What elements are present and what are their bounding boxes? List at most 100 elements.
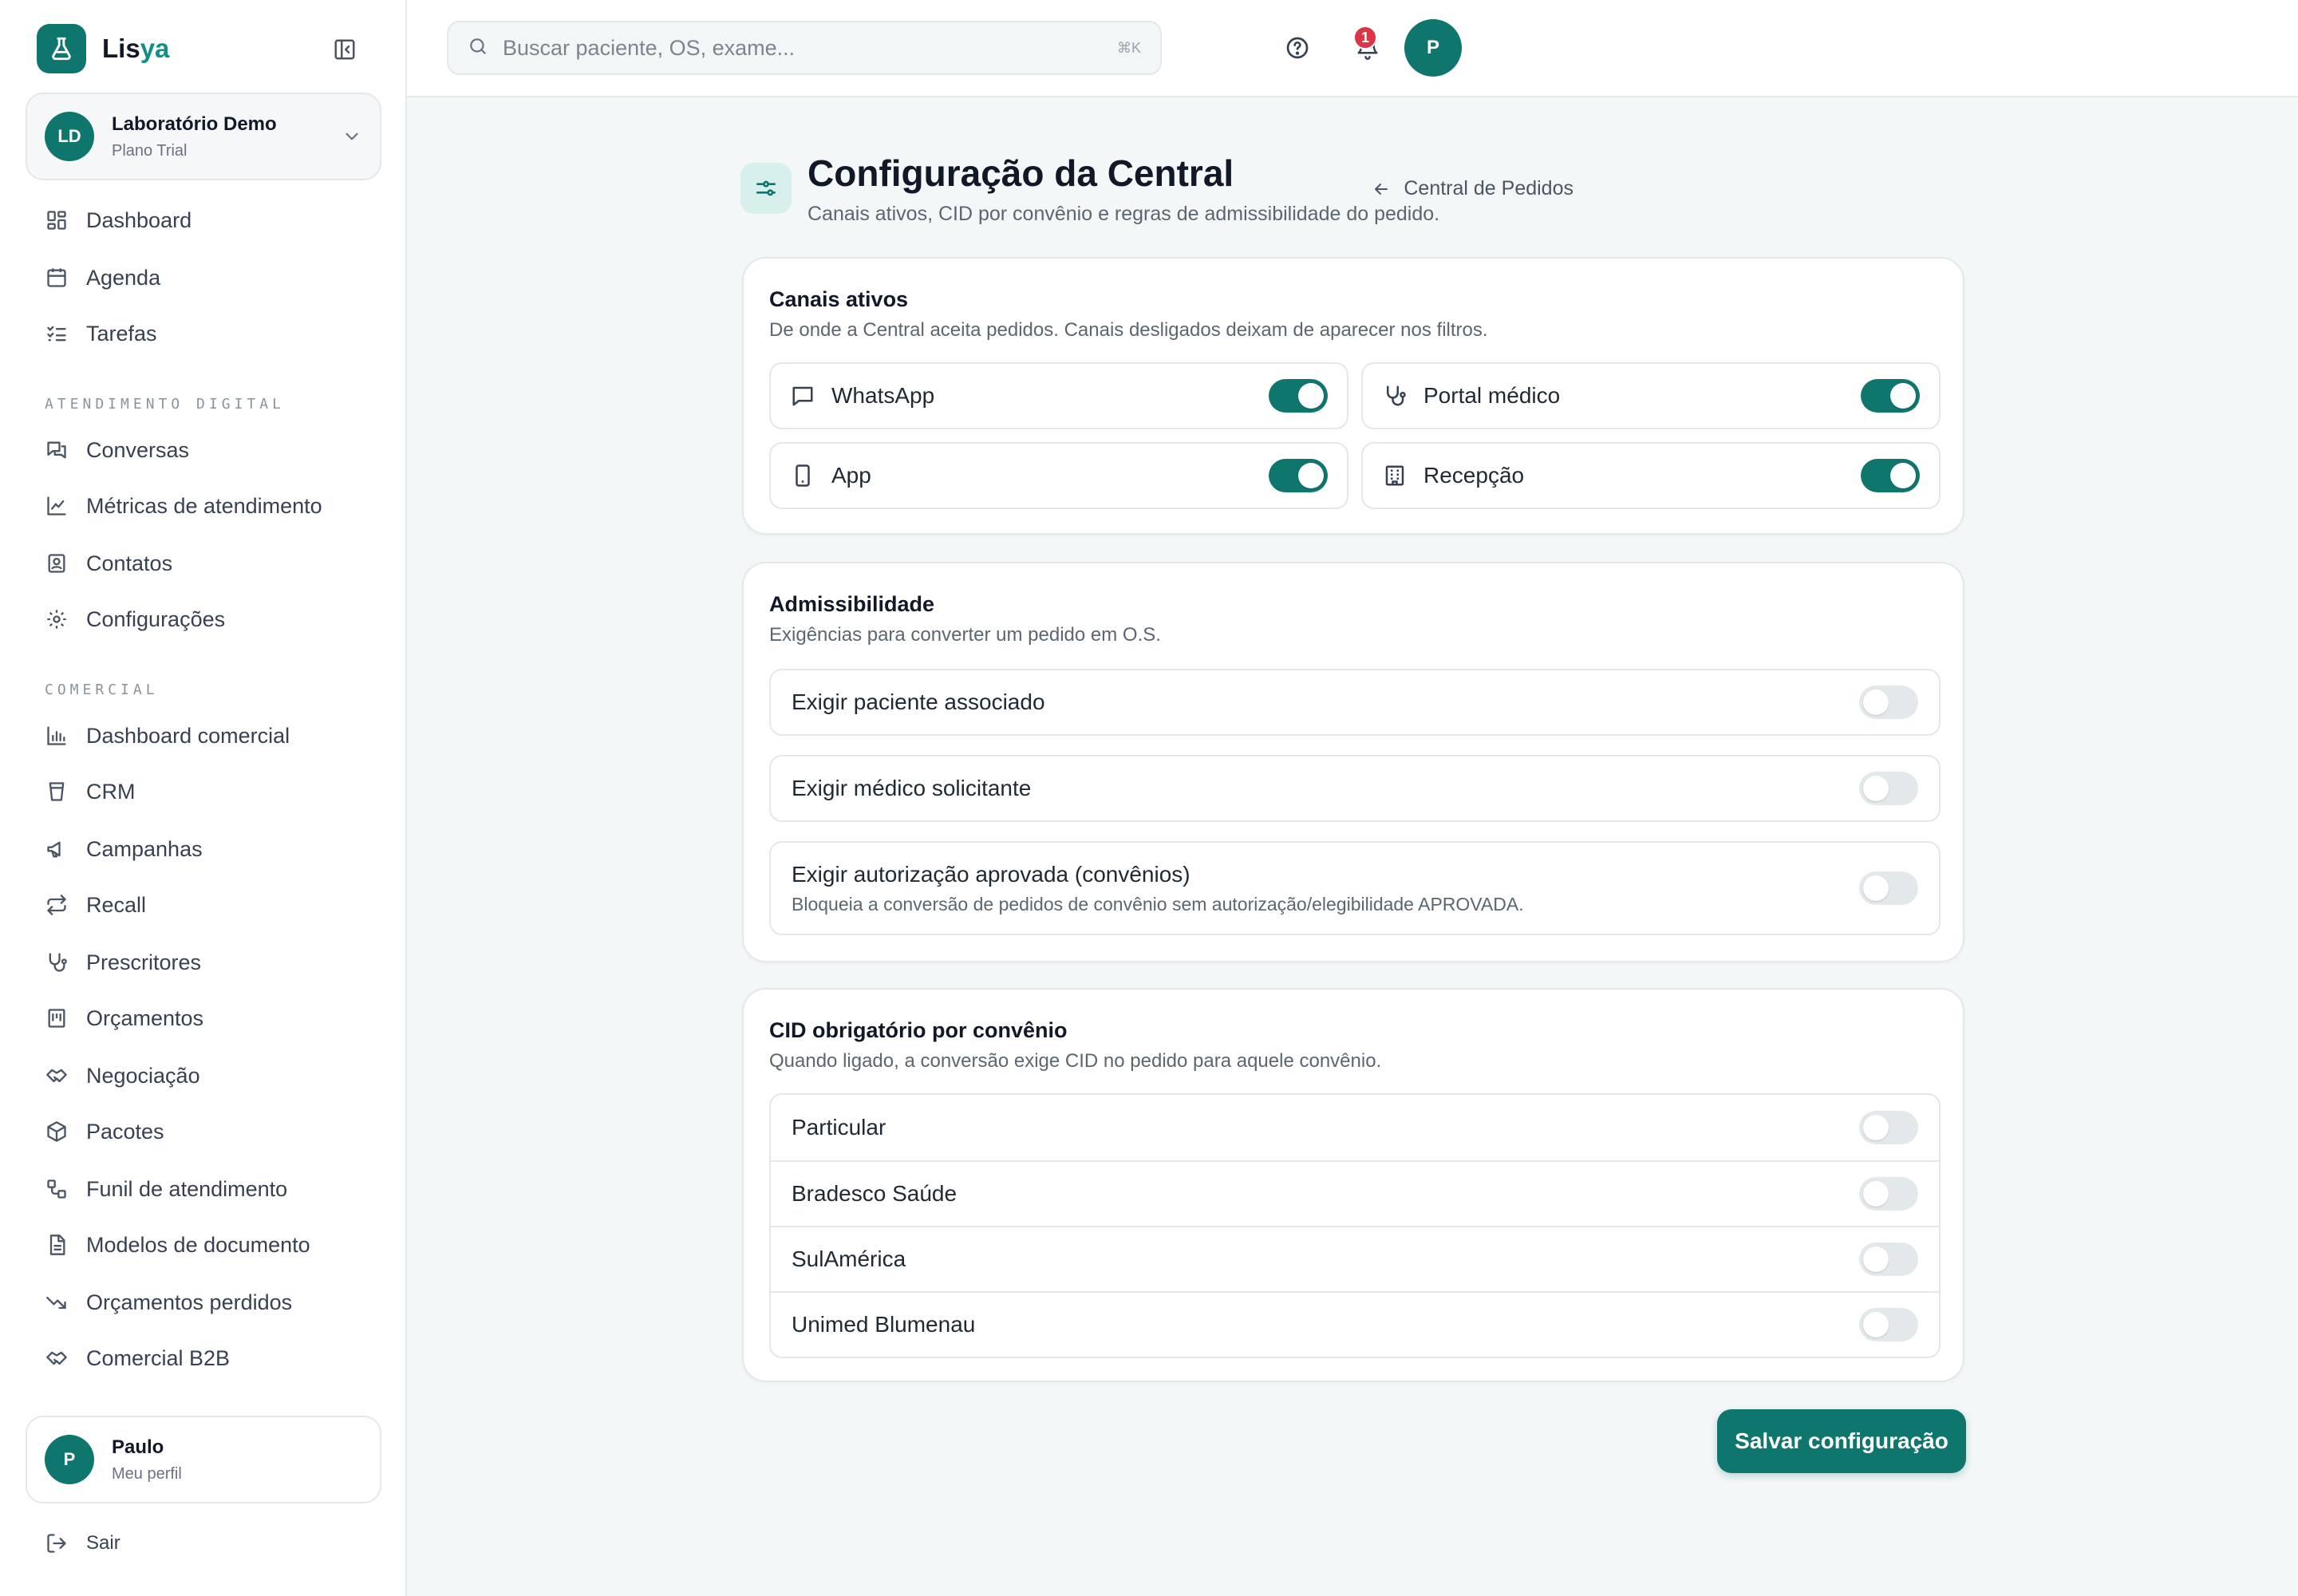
app-toggle[interactable] <box>1269 459 1328 492</box>
bradesco-cid-toggle[interactable] <box>1859 1177 1918 1211</box>
sidebar-item-label: Dashboard <box>86 207 192 232</box>
sidebar-item-metricas[interactable]: Métricas de atendimento <box>45 488 322 523</box>
profile-name: Paulo <box>112 1436 164 1458</box>
channel-recepcao: Recepção <box>1361 442 1941 509</box>
back-to-central-link[interactable]: Central de Pedidos <box>959 177 1573 200</box>
contact-icon <box>45 551 69 575</box>
whatsapp-toggle[interactable] <box>1269 379 1328 413</box>
portal-medico-toggle[interactable] <box>1861 379 1920 413</box>
sidebar-item-tarefas[interactable]: Tarefas <box>45 316 157 351</box>
sulamerica-cid-toggle[interactable] <box>1859 1242 1918 1276</box>
main-content: Buscar paciente, OS, exame... ⌘K 1 P Con… <box>407 0 2298 1596</box>
channels-card: Canais ativos De onde a Central aceita p… <box>742 257 1964 535</box>
brand-name: Lisya <box>102 34 170 63</box>
cup-icon <box>45 780 69 804</box>
sidebar-item-label: Funil de atendimento <box>86 1176 288 1201</box>
sidebar-item-configuracoes[interactable]: Configurações <box>45 602 225 637</box>
logout-label: Sair <box>86 1532 120 1554</box>
sidebar-item-negociacao[interactable]: Negociação <box>45 1058 200 1093</box>
org-avatar: LD <box>45 112 94 161</box>
insurance-label: SulAmérica <box>792 1246 906 1271</box>
megaphone-icon <box>45 837 69 861</box>
channel-portal-medico: Portal médico <box>1361 362 1941 429</box>
sidebar-item-label: Recall <box>86 892 147 917</box>
insurance-label: Particular <box>792 1115 886 1140</box>
sidebar-item-label: Comercial B2B <box>86 1345 231 1370</box>
messages-icon <box>45 438 69 462</box>
channel-label: Recepção <box>1423 463 1525 488</box>
sidebar: Lisya LD Laboratório Demo Plano Trial Da… <box>0 0 407 1596</box>
package-icon <box>45 1120 69 1144</box>
recepcao-toggle[interactable] <box>1861 459 1920 492</box>
notification-badge: 1 <box>1353 26 1377 49</box>
avatar[interactable]: P <box>1404 19 1462 77</box>
layout-dashboard-icon <box>45 208 69 232</box>
channel-label: WhatsApp <box>831 383 935 408</box>
brand[interactable]: Lisya <box>37 24 169 73</box>
search-shortcut: ⌘K <box>1116 39 1141 56</box>
bar-chart-icon <box>45 724 69 748</box>
sidebar-item-orcamentos[interactable]: Orçamentos <box>45 1001 203 1036</box>
sidebar-item-contatos[interactable]: Contatos <box>45 546 172 581</box>
sidebar-item-funil[interactable]: Funil de atendimento <box>45 1171 287 1207</box>
sidebar-item-dashboard-comercial[interactable]: Dashboard comercial <box>45 718 290 753</box>
logout-button[interactable]: Sair <box>45 1526 120 1561</box>
insurance-row-particular: Particular <box>771 1095 1939 1160</box>
arrow-left-icon <box>1370 178 1392 200</box>
rule-medico-solicitante: Exigir médico solicitante <box>769 755 1941 822</box>
sidebar-item-recall[interactable]: Recall <box>45 887 146 922</box>
unimed-cid-toggle[interactable] <box>1859 1308 1918 1341</box>
sidebar-item-prescritores[interactable]: Prescritores <box>45 945 201 980</box>
sidebar-item-label: Pacotes <box>86 1119 164 1144</box>
stethoscope-icon <box>45 950 69 974</box>
sliders-icon <box>740 163 792 214</box>
search-placeholder: Buscar paciente, OS, exame... <box>503 35 796 60</box>
sidebar-item-crm[interactable]: CRM <box>45 774 136 809</box>
sidebar-item-label: Campanhas <box>86 836 203 861</box>
sidebar-item-label: Prescritores <box>86 950 202 974</box>
help-circle-icon[interactable] <box>1281 32 1313 64</box>
building-icon <box>1382 463 1408 488</box>
search-icon <box>468 36 488 61</box>
sidebar-item-comercial-b2b[interactable]: Comercial B2B <box>45 1341 230 1376</box>
avatar: P <box>45 1435 94 1484</box>
medico-solicitante-toggle[interactable] <box>1859 772 1918 805</box>
admissibility-subtitle: Exigências para converter um pedido em O… <box>769 624 1161 646</box>
search-input[interactable]: Buscar paciente, OS, exame... ⌘K <box>447 21 1162 75</box>
insurance-label: Unimed Blumenau <box>792 1312 976 1337</box>
admissibility-card: Admissibilidade Exigências para converte… <box>742 562 1964 962</box>
sidebar-item-conversas[interactable]: Conversas <box>45 433 189 468</box>
autorizacao-aprovada-toggle[interactable] <box>1859 871 1918 905</box>
page-subtitle: Canais ativos, CID por convênio e regras… <box>807 203 1440 225</box>
sidebar-item-agenda[interactable]: Agenda <box>45 260 160 295</box>
org-plan: Plano Trial <box>112 141 188 160</box>
insurance-list: Particular Bradesco Saúde SulAmérica Uni… <box>769 1093 1941 1358</box>
sidebar-item-label: Contatos <box>86 551 173 575</box>
sidebar-item-modelos[interactable]: Modelos de documento <box>45 1227 310 1262</box>
nav-section-comercial: COMERCIAL <box>45 681 159 698</box>
trending-down-icon <box>45 1290 69 1314</box>
sidebar-item-campanhas[interactable]: Campanhas <box>45 832 203 867</box>
rule-label: Exigir autorização aprovada (convênios) <box>792 861 1190 887</box>
rule-autorizacao-aprovada: Exigir autorização aprovada (convênios) … <box>769 841 1941 935</box>
sidebar-item-dashboard[interactable]: Dashboard <box>45 203 192 238</box>
topbar: Buscar paciente, OS, exame... ⌘K 1 P <box>407 0 2298 97</box>
particular-cid-toggle[interactable] <box>1859 1111 1918 1144</box>
paciente-associado-toggle[interactable] <box>1859 685 1918 719</box>
sidebar-collapse-icon[interactable] <box>330 35 359 64</box>
line-chart-icon <box>45 494 69 518</box>
channels-subtitle: De onde a Central aceita pedidos. Canais… <box>769 319 1488 341</box>
sidebar-item-label: Orçamentos <box>86 1005 204 1030</box>
sidebar-item-orcamentos-perdidos[interactable]: Orçamentos perdidos <box>45 1285 292 1320</box>
handshake-icon <box>45 1064 69 1088</box>
cid-card: CID obrigatório por convênio Quando liga… <box>742 988 1964 1382</box>
rule-label: Exigir paciente associado <box>792 689 1045 714</box>
sidebar-item-label: Agenda <box>86 265 161 290</box>
sidebar-item-pacotes[interactable]: Pacotes <box>45 1114 164 1149</box>
workflow-icon <box>45 1177 69 1201</box>
profile-card[interactable]: P Paulo Meu perfil <box>26 1416 381 1503</box>
save-config-button[interactable]: Salvar configuração <box>1717 1409 1966 1473</box>
gear-icon <box>45 607 69 631</box>
sidebar-item-label: Dashboard comercial <box>86 723 290 748</box>
org-switcher[interactable]: LD Laboratório Demo Plano Trial <box>26 93 381 180</box>
